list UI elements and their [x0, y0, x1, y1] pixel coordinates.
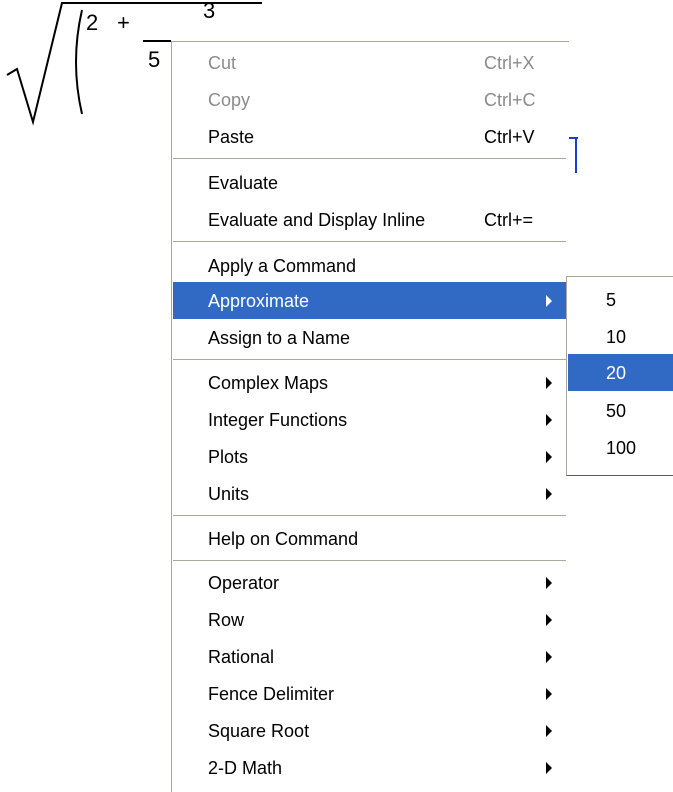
menu-item-2d-math[interactable]: 2-D Math — [173, 749, 566, 786]
menu-item-label: Plots — [208, 447, 249, 467]
menu-item-evaluate-inline[interactable]: Evaluate and Display Inline Ctrl+= — [173, 201, 566, 238]
menu-item-label: Units — [208, 484, 250, 504]
menu-item-label: Approximate — [208, 291, 310, 311]
menu-item-shortcut: Ctrl+C — [484, 90, 536, 110]
menu-item-rational[interactable]: Rational — [173, 638, 566, 675]
menu-item-shortcut: Ctrl+V — [484, 127, 535, 147]
menu-item-help-on-command[interactable]: Help on Command — [173, 520, 566, 557]
submenu-item-digits-10[interactable]: 10 — [568, 318, 673, 355]
menu-item-fence-delimiter[interactable]: Fence Delimiter — [173, 675, 566, 712]
menu-item-label: Evaluate and Display Inline — [208, 210, 426, 230]
menu-item-label: 2-D Math — [208, 758, 283, 778]
submenu-arrow-icon — [546, 451, 552, 463]
menu-item-paste[interactable]: Paste Ctrl+V — [173, 118, 566, 155]
math-term-two: 2 — [86, 10, 99, 35]
submenu-arrow-icon — [546, 688, 552, 700]
menu-separator — [173, 515, 566, 517]
menu-separator — [173, 241, 566, 243]
menu-item-approximate[interactable]: Approximate — [173, 282, 566, 319]
menu-item-label: Operator — [208, 573, 280, 593]
menu-item-complex-maps[interactable]: Complex Maps — [173, 364, 566, 401]
menu-item-label: Fence Delimiter — [208, 684, 335, 704]
context-menu: Cut Ctrl+X Copy Ctrl+C Paste Ctrl+V Eval… — [171, 41, 569, 792]
submenu-item-label: 100 — [606, 438, 637, 458]
menu-item-square-root[interactable]: Square Root — [173, 712, 566, 749]
menu-item-label: Rational — [208, 647, 275, 667]
menu-item-label: Integer Functions — [208, 410, 348, 430]
fraction-numerator: 3 — [203, 0, 216, 23]
menu-item-plots[interactable]: Plots — [173, 438, 566, 475]
insertion-cursor — [575, 137, 577, 173]
menu-item-copy[interactable]: Copy Ctrl+C — [173, 81, 566, 118]
menu-item-label: Assign to a Name — [208, 328, 351, 348]
fraction-denominator: 5 — [148, 47, 161, 72]
menu-item-label: Paste — [208, 127, 255, 147]
menu-item-label: Complex Maps — [208, 373, 329, 393]
submenu-arrow-icon — [546, 488, 552, 500]
menu-item-label: Apply a Command — [208, 256, 357, 276]
math-operator-plus: + — [117, 10, 130, 35]
submenu-arrow-icon — [546, 377, 552, 389]
submenu-arrow-icon — [546, 762, 552, 774]
submenu-arrow-icon — [546, 295, 552, 307]
menu-item-cut[interactable]: Cut Ctrl+X — [173, 44, 566, 81]
menu-item-shortcut: Ctrl+X — [484, 53, 535, 73]
menu-separator — [173, 359, 566, 361]
submenu-item-digits-50[interactable]: 50 — [568, 392, 673, 429]
menu-item-shortcut: Ctrl+= — [484, 210, 534, 230]
menu-item-evaluate[interactable]: Evaluate — [173, 164, 566, 201]
submenu-item-label: 50 — [606, 401, 627, 421]
menu-item-label: Cut — [208, 53, 237, 73]
submenu-item-digits-5[interactable]: 5 — [568, 281, 673, 318]
menu-item-label: Row — [208, 610, 245, 630]
menu-item-integer-functions[interactable]: Integer Functions — [173, 401, 566, 438]
menu-item-apply-command[interactable]: Apply a Command — [173, 247, 566, 284]
submenu-arrow-icon — [546, 414, 552, 426]
submenu-item-digits-100[interactable]: 100 — [568, 429, 673, 466]
submenu-arrow-icon — [546, 614, 552, 626]
menu-item-label: Square Root — [208, 721, 310, 741]
menu-item-label: Evaluate — [208, 173, 279, 193]
submenu-item-digits-20[interactable]: 20 — [568, 354, 673, 391]
menu-item-operator[interactable]: Operator — [173, 564, 566, 601]
menu-item-label: Help on Command — [208, 529, 359, 549]
menu-item-units[interactable]: Units — [173, 475, 566, 512]
submenu-item-label: 5 — [606, 290, 617, 310]
submenu-arrow-icon — [546, 651, 552, 663]
submenu-arrow-icon — [546, 577, 552, 589]
submenu-item-label: 10 — [606, 327, 627, 347]
left-parenthesis — [75, 9, 83, 115]
menu-separator — [173, 158, 566, 160]
menu-item-row[interactable]: Row — [173, 601, 566, 638]
submenu-item-label: 20 — [606, 363, 627, 383]
menu-item-assign-name[interactable]: Assign to a Name — [173, 319, 566, 356]
submenu-arrow-icon — [546, 725, 552, 737]
approximate-submenu: 5 10 20 50 100 — [566, 276, 673, 476]
menu-item-label: Copy — [208, 90, 251, 110]
menu-separator — [173, 560, 566, 562]
